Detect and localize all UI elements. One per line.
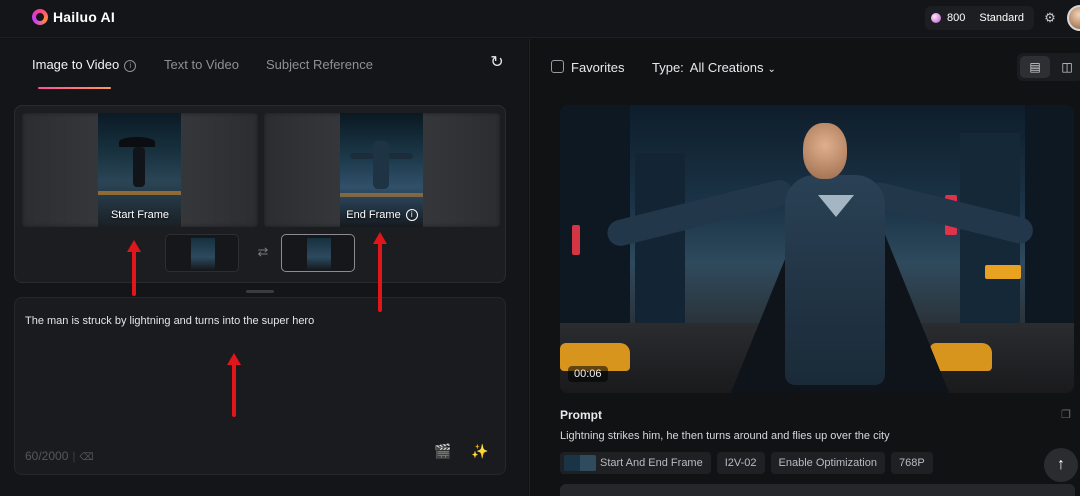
thumbnail-image — [307, 238, 331, 270]
reset-icon[interactable]: ↻ — [487, 53, 507, 73]
tag-resolution: 768P — [890, 452, 933, 474]
notification-icon[interactable]: ⚙ — [1042, 10, 1058, 26]
camera-movement-icon[interactable]: 🎬 — [433, 441, 453, 461]
type-filter-dropdown[interactable]: Type: All Creations ⌄ — [652, 60, 776, 75]
end-frame-thumbnail[interactable] — [281, 234, 355, 272]
end-frame-slot[interactable]: End Frame i — [264, 113, 500, 227]
divider: | — [72, 449, 76, 463]
frames-card: Start Frame End Frame i ⇄ — [14, 105, 506, 283]
chevron-down-icon: ⌄ — [767, 64, 776, 75]
start-frame-thumbnail[interactable] — [165, 234, 239, 272]
resize-handle[interactable] — [246, 290, 274, 293]
prompt-text[interactable]: The man is struck by lightning and turns… — [25, 315, 314, 327]
prompt-heading: Prompt — [560, 408, 602, 422]
end-frame-label: End Frame i — [264, 209, 500, 221]
type-value: All Creations — [689, 60, 764, 75]
tab-text-to-video[interactable]: Text to Video — [164, 57, 239, 72]
active-tab-indicator — [38, 87, 111, 89]
hero-arm — [604, 177, 796, 249]
top-bar: Hailuo AI 800 Standard ⚙ — [0, 0, 1080, 38]
start-frame-slot[interactable]: Start Frame — [22, 113, 258, 227]
char-counter: 60/2000 | ⌫ — [25, 449, 94, 463]
info-icon[interactable]: i — [405, 209, 418, 221]
annotation-arrow — [227, 353, 241, 417]
copy-icon[interactable]: ❐ — [1061, 408, 1073, 421]
view-toggle: ▤ ◫ — [1017, 53, 1080, 81]
gem-icon — [931, 13, 941, 23]
tab-label: Image to Video — [32, 57, 120, 72]
neon-sign — [985, 265, 1021, 279]
detail-view-icon[interactable]: ◫ — [1052, 56, 1080, 78]
video-preview[interactable]: 00:06 — [560, 105, 1074, 393]
prompt-input[interactable]: The man is struck by lightning and turns… — [14, 297, 506, 475]
credits-count: 800 — [947, 12, 966, 24]
favorites-checkbox[interactable] — [551, 60, 564, 73]
tag-model: I2V-02 — [716, 452, 765, 474]
char-count: 60/2000 — [25, 449, 69, 463]
thumbnail-image — [191, 238, 215, 270]
generation-panel: Image to Video i Text to Video Subject Re… — [0, 39, 528, 496]
hero-shape — [373, 141, 389, 189]
creations-panel: Favorites Type: All Creations ⌄ ▤ ◫ 00:06 … — [529, 39, 1080, 496]
taxi-shape — [930, 343, 992, 371]
favorites-label[interactable]: Favorites — [571, 60, 624, 75]
building-shape — [1025, 105, 1074, 333]
type-label: Type: — [652, 60, 684, 75]
app-name: Hailuo AI — [53, 9, 115, 25]
building-shape — [635, 153, 685, 333]
tag-label: Start And End Frame — [600, 457, 703, 469]
generation-tags: Start And End Frame I2V-02 Enable Optimi… — [560, 452, 933, 474]
eraser-icon[interactable]: ⌫ — [80, 452, 94, 463]
prompt-value: Lightning strikes him, he then turns aro… — [560, 430, 890, 442]
hailuo-logo[interactable]: Hailuo AI — [32, 9, 115, 25]
street-light-streak — [340, 193, 423, 197]
end-frame-text: End Frame — [346, 209, 401, 221]
scroll-to-top-button[interactable]: ↑ — [1044, 448, 1078, 482]
figure-shape — [133, 147, 145, 187]
tab-image-to-video[interactable]: Image to Video i — [32, 57, 137, 72]
logo-mark-icon — [32, 9, 48, 25]
info-icon[interactable]: i — [124, 60, 137, 72]
avatar[interactable] — [1067, 5, 1080, 31]
action-bar[interactable] — [560, 484, 1075, 496]
plan-label: Standard — [979, 12, 1025, 24]
swap-icon[interactable]: ⇄ — [255, 244, 271, 260]
tag-optimization: Enable Optimization — [770, 452, 885, 474]
annotation-arrow — [127, 240, 141, 296]
start-frame-label: Start Frame — [110, 209, 170, 221]
list-view-icon[interactable]: ▤ — [1020, 56, 1050, 78]
video-duration: 00:06 — [568, 366, 608, 382]
tag-frame-mode: Start And End Frame — [560, 452, 711, 474]
umbrella-shape — [119, 137, 155, 147]
annotation-arrow — [373, 232, 387, 312]
frame-thumbnails — [564, 455, 596, 471]
hero-head — [803, 123, 847, 179]
tab-subject-reference[interactable]: Subject Reference — [266, 57, 373, 72]
credits-badge[interactable]: 800 Standard — [925, 6, 1035, 30]
street-light-streak — [98, 191, 181, 195]
optimize-prompt-icon[interactable]: ✨ — [470, 441, 490, 461]
neon-sign — [572, 225, 580, 255]
